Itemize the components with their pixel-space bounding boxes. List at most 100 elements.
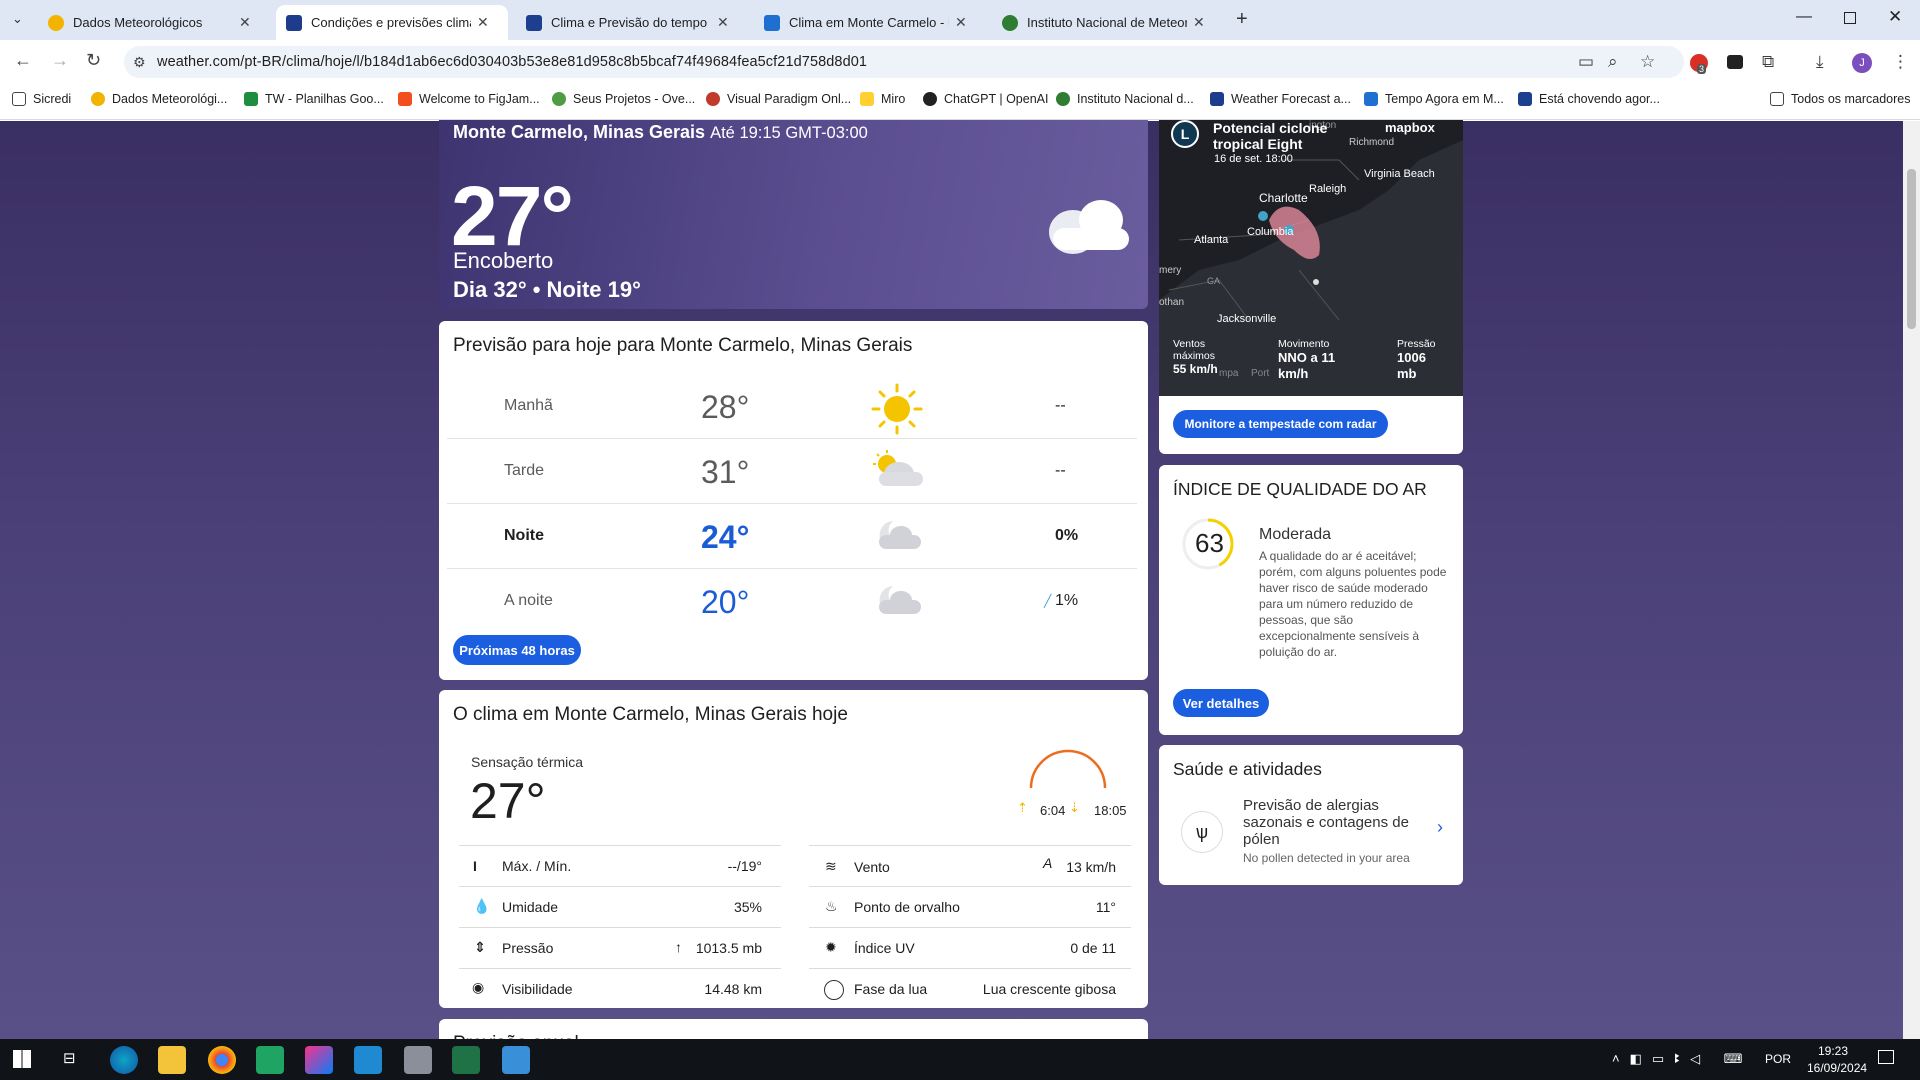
close-icon[interactable]: ✕ bbox=[717, 14, 729, 31]
menu-kebab-icon[interactable]: ⋮ bbox=[1892, 52, 1909, 72]
divider bbox=[459, 886, 781, 887]
precip-chance: 1% bbox=[1055, 592, 1079, 609]
bookmark-item[interactable]: ChatGPT | OpenAI bbox=[923, 92, 1048, 106]
back-arrow-icon[interactable]: ← bbox=[14, 50, 32, 71]
minimize-button[interactable]: — bbox=[1796, 8, 1812, 26]
today-title: O clima em Monte Carmelo, Minas Gerais h… bbox=[453, 704, 848, 725]
tab-clima-monte-carmelo[interactable]: Clima em Monte Carmelo - MG ✕ bbox=[754, 5, 986, 40]
download-icon[interactable]: ⤓ bbox=[1816, 52, 1824, 72]
new-tab-button[interactable]: + bbox=[1236, 8, 1248, 31]
bookmark-item[interactable]: Weather Forecast a... bbox=[1210, 92, 1351, 106]
detail-label: Fase da lua bbox=[854, 981, 928, 997]
tab-search-button[interactable]: ⌄ bbox=[12, 11, 23, 27]
system-tray-icons[interactable]: ˄◧▭ꔪ◁ ⌨ bbox=[1612, 1051, 1753, 1067]
folder-icon bbox=[12, 92, 26, 106]
extensions-puzzle-icon[interactable]: ⧉ bbox=[1762, 52, 1774, 72]
app-icon[interactable] bbox=[404, 1046, 432, 1074]
period-temp: 28° bbox=[701, 389, 750, 425]
bookmark-label: Visual Paradigm Onl... bbox=[727, 92, 852, 106]
map-city-label: Atlanta bbox=[1194, 234, 1229, 246]
storm-card: Charlotte Raleigh Virginia Beach Richmon… bbox=[1159, 120, 1463, 454]
stat-label: Ventos máximos bbox=[1173, 338, 1216, 362]
site-info-icon[interactable]: ⚙ bbox=[133, 54, 146, 71]
bookmark-star-icon[interactable]: ☆ bbox=[1640, 52, 1655, 72]
bookmark-item[interactable]: Instituto Nacional d... bbox=[1056, 92, 1194, 106]
tab-inmet[interactable]: Instituto Nacional de Meteorologia ✕ bbox=[992, 5, 1222, 40]
bookmark-label: Dados Meteorológi... bbox=[112, 92, 228, 106]
extension-badge: 3 bbox=[1697, 64, 1707, 74]
close-icon[interactable]: ✕ bbox=[955, 14, 967, 31]
tab-strip: ⌄ Dados Meteorológicos ✕ Condições e pre… bbox=[0, 0, 1920, 40]
pollen-forecast-item[interactable]: ѱ Previsão de alergias sazonais e contag… bbox=[1159, 793, 1463, 873]
bookmark-item[interactable]: Seus Projetos - Ove... bbox=[552, 92, 695, 106]
bookmark-label: Welcome to FigJam... bbox=[419, 92, 540, 106]
cloudy-night-icon bbox=[879, 586, 921, 614]
reload-icon[interactable]: ↻ bbox=[86, 50, 101, 71]
bookmark-item[interactable]: Tempo Agora em M... bbox=[1364, 92, 1504, 106]
all-bookmarks-folder[interactable]: Todos os marcadores bbox=[1770, 92, 1911, 106]
url-text[interactable]: weather.com/pt-BR/clima/hoje/l/b184d1ab6… bbox=[157, 54, 867, 70]
chrome-icon[interactable] bbox=[208, 1046, 236, 1074]
notifications-icon[interactable] bbox=[1878, 1050, 1894, 1064]
tab-clima-previsao[interactable]: Clima e Previsão do tempo para ✕ bbox=[516, 5, 748, 40]
sheets-app-icon[interactable] bbox=[256, 1046, 284, 1074]
vscode-icon[interactable] bbox=[354, 1046, 382, 1074]
page-scrollbar[interactable] bbox=[1903, 121, 1920, 1039]
raindrop-icon: ╱ bbox=[1044, 594, 1052, 608]
bookmark-item[interactable]: Visual Paradigm Onl... bbox=[706, 92, 851, 106]
bookmark-item[interactable]: Sicredi bbox=[12, 92, 71, 106]
tab-dados-meteorologicos[interactable]: Dados Meteorológicos ✕ bbox=[38, 5, 266, 40]
forward-arrow-icon[interactable]: → bbox=[51, 50, 69, 71]
close-icon[interactable]: ✕ bbox=[239, 14, 251, 31]
forecast-row-morning[interactable]: Manhã 28° -- bbox=[447, 375, 1137, 439]
close-icon[interactable]: ✕ bbox=[1193, 14, 1205, 31]
task-view-icon[interactable]: ⊟ bbox=[63, 1049, 76, 1067]
clock-time[interactable]: 19:23 bbox=[1818, 1044, 1848, 1058]
detail-value: 11° bbox=[1095, 899, 1116, 915]
next-48-hours-button[interactable]: Próximas 48 horas bbox=[453, 635, 581, 665]
chevron-right-icon[interactable]: › bbox=[1437, 817, 1443, 838]
windows-start-icon[interactable] bbox=[13, 1050, 31, 1068]
stat-value: 55 km/h bbox=[1173, 362, 1218, 376]
today-forecast-card: Previsão para hoje para Monte Carmelo, M… bbox=[439, 321, 1148, 680]
aqi-details-button[interactable]: Ver detalhes bbox=[1173, 689, 1269, 717]
restore-button[interactable] bbox=[1844, 12, 1856, 24]
bookmark-item[interactable]: Dados Meteorológi... bbox=[91, 92, 227, 106]
bookmark-item[interactable]: Miro bbox=[860, 92, 905, 106]
health-title: Saúde e atividades bbox=[1173, 759, 1322, 779]
detail-label: Vento bbox=[854, 859, 890, 875]
forecast-row-evening[interactable]: Noite 24° 0% bbox=[447, 505, 1137, 569]
window-close-button[interactable]: ✕ bbox=[1888, 7, 1902, 27]
zoom-icon[interactable]: ⌕ bbox=[1608, 52, 1618, 72]
stat-value: NNO a 11 km/h bbox=[1278, 350, 1336, 381]
excel-icon[interactable] bbox=[452, 1046, 480, 1074]
language-indicator[interactable]: POR bbox=[1765, 1052, 1791, 1066]
profile-avatar[interactable]: J bbox=[1852, 53, 1872, 73]
period-label: A noite bbox=[504, 592, 553, 609]
storm-radar-button[interactable]: Monitore a tempestade com radar bbox=[1173, 410, 1388, 438]
bookmark-item[interactable]: Está chovendo agor... bbox=[1518, 92, 1660, 106]
figma-icon bbox=[398, 92, 412, 106]
bookmark-item[interactable]: Welcome to FigJam... bbox=[398, 92, 540, 106]
forecast-row-afternoon[interactable]: Tarde 31° -- bbox=[447, 440, 1137, 504]
extension-2-icon[interactable] bbox=[1727, 55, 1743, 69]
wind-icon: ≋ bbox=[825, 858, 837, 874]
forecast-row-overnight[interactable]: A noite 20° ╱ 1% bbox=[447, 570, 1137, 634]
edge-icon[interactable] bbox=[110, 1046, 138, 1074]
paint-icon[interactable] bbox=[502, 1046, 530, 1074]
divider bbox=[809, 927, 1131, 928]
storm-stat-wind: Ventos máximos 55 km/h bbox=[1173, 338, 1233, 376]
wind-direction-icon: A bbox=[1043, 855, 1053, 871]
scrollbar-thumb[interactable] bbox=[1907, 169, 1916, 329]
file-explorer-icon[interactable] bbox=[158, 1046, 186, 1074]
forecast-title: Previsão para hoje para Monte Carmelo, M… bbox=[453, 335, 913, 356]
cloudy-night-icon bbox=[879, 521, 921, 549]
close-icon[interactable]: ✕ bbox=[477, 14, 489, 31]
clock-date[interactable]: 16/09/2024 bbox=[1807, 1061, 1867, 1075]
intellij-icon[interactable] bbox=[305, 1046, 333, 1074]
tab-condicoes-previsoes[interactable]: Condições e previsões climáticas ✕ bbox=[276, 5, 508, 40]
precip-chance: -- bbox=[1055, 462, 1066, 479]
install-app-icon[interactable]: ▭ bbox=[1578, 52, 1594, 72]
period-label: Manhã bbox=[504, 397, 553, 414]
bookmark-item[interactable]: TW - Planilhas Goo... bbox=[244, 92, 384, 106]
